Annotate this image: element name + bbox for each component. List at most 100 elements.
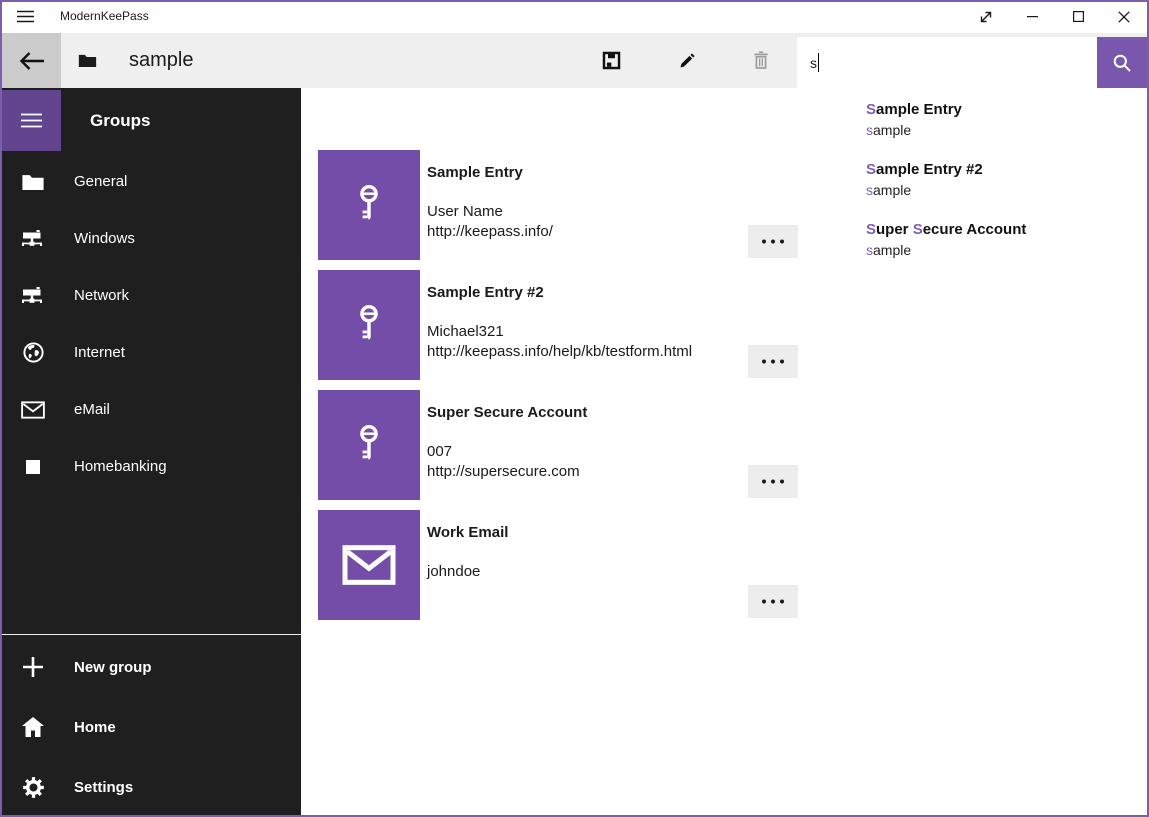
network-computer-icon	[20, 226, 46, 252]
database-folder-icon	[78, 33, 97, 88]
sidebar-item-label: Internet	[74, 344, 125, 361]
entry-url: http://keepass.info/help/kb/testform.htm…	[427, 342, 692, 362]
sidebar-item-homebanking[interactable]: Homebanking	[2, 438, 301, 495]
sidebar-item-label: Settings	[74, 779, 133, 796]
sidebar-hamburger-button[interactable]	[2, 90, 61, 151]
sidebar-item-label: Homebanking	[74, 458, 167, 475]
network-computer-icon	[20, 283, 46, 309]
window-controls	[963, 0, 1147, 33]
sidebar-item-internet[interactable]: Internet	[2, 324, 301, 381]
entry-tile[interactable]	[318, 390, 420, 500]
magnifier-icon	[1112, 53, 1132, 73]
entry-more-button[interactable]	[748, 345, 798, 378]
sidebar-item-label: Network	[74, 287, 129, 304]
sidebar-item-general[interactable]: General	[2, 153, 301, 210]
delete-button[interactable]	[737, 33, 785, 88]
entry-tile[interactable]	[318, 270, 420, 380]
fullscreen-button[interactable]	[963, 0, 1009, 33]
modernkeepass-window: ModernKeePass sample	[0, 0, 1149, 817]
entry-more-button[interactable]	[748, 585, 798, 618]
entry-username: johndoe	[427, 562, 480, 582]
entry-title: Super Secure Account	[427, 403, 587, 423]
entry-row[interactable]: Sample Entry #2 Michael321 http://keepas…	[318, 270, 798, 380]
entry-username: Michael321	[427, 322, 692, 342]
entry-list: Sample Entry User Name http://keepass.in…	[318, 150, 798, 630]
save-icon	[601, 50, 622, 71]
entry-more-button[interactable]	[748, 465, 798, 498]
sidebar-item-windows[interactable]: Windows	[2, 210, 301, 267]
suggestion-item[interactable]: Sample Entry #2 sample	[866, 159, 1147, 219]
sidebar-item-email[interactable]: eMail	[2, 381, 301, 438]
ellipsis-icon	[761, 239, 785, 244]
suggestion-title: Sample Entry #2	[866, 159, 1147, 180]
close-button[interactable]	[1101, 0, 1147, 33]
settings-button[interactable]: Settings	[2, 757, 301, 817]
entry-username: User Name	[427, 202, 553, 222]
search-suggestions: Sample Entry sample Sample Entry #2 samp…	[798, 88, 1147, 815]
save-button[interactable]	[587, 33, 635, 88]
suggestion-title: Sample Entry	[866, 99, 1147, 120]
entry-row[interactable]: Sample Entry User Name http://keepass.in…	[318, 150, 798, 260]
sidebar-item-label: Windows	[74, 230, 135, 247]
entry-more-button[interactable]	[748, 225, 798, 258]
fullscreen-icon	[979, 10, 993, 24]
envelope-icon	[342, 545, 396, 585]
search-input[interactable]: s	[797, 37, 1097, 88]
close-icon	[1118, 11, 1130, 23]
back-arrow-icon	[19, 50, 45, 72]
home-button[interactable]: Home	[2, 697, 301, 757]
groups-header: Groups	[90, 90, 150, 151]
ellipsis-icon	[761, 479, 785, 484]
group-list: General Windows Network Internet eMail H…	[2, 153, 301, 495]
pencil-icon	[677, 51, 697, 71]
folder-icon	[20, 169, 46, 195]
sidebar-divider	[2, 634, 301, 635]
key-icon	[354, 174, 384, 236]
entry-tile[interactable]	[318, 150, 420, 260]
minimize-icon	[1027, 16, 1038, 18]
suggestion-item[interactable]: Super Secure Account sample	[866, 219, 1147, 279]
minimize-button[interactable]	[1009, 0, 1055, 33]
sidebar-item-label: General	[74, 173, 127, 190]
entry-url: http://supersecure.com	[427, 462, 580, 482]
entry-title: Sample Entry	[427, 163, 523, 183]
suggestion-subtitle: sample	[866, 120, 1147, 140]
back-button[interactable]	[2, 33, 61, 88]
key-icon	[354, 294, 384, 356]
suggestion-item[interactable]: Sample Entry sample	[866, 99, 1147, 159]
suggestion-title: Super Secure Account	[866, 219, 1147, 240]
search-button[interactable]	[1097, 37, 1147, 88]
sidebar-item-network[interactable]: Network	[2, 267, 301, 324]
ellipsis-icon	[761, 359, 785, 364]
entry-row[interactable]: Work Email johndoe	[318, 510, 798, 620]
hamburger-icon	[21, 113, 42, 128]
titlebar: ModernKeePass	[0, 0, 1149, 33]
edit-button[interactable]	[663, 33, 711, 88]
entry-username: 007	[427, 442, 580, 462]
plus-icon	[20, 654, 46, 680]
search-input-value: s	[810, 55, 817, 71]
sidebar-item-label: Home	[74, 719, 116, 736]
square-icon	[20, 454, 46, 480]
envelope-icon	[20, 397, 46, 423]
hamburger-icon	[17, 10, 34, 23]
sidebar-footer: New group Home Settings	[2, 637, 301, 817]
maximize-icon	[1073, 11, 1084, 22]
entry-row[interactable]: Super Secure Account 007 http://supersec…	[318, 390, 798, 500]
text-caret	[818, 53, 819, 72]
sidebar-item-label: New group	[74, 659, 152, 676]
window-title: ModernKeePass	[60, 0, 149, 33]
home-icon	[20, 714, 46, 740]
sidebar-item-label: eMail	[74, 401, 110, 418]
entry-tile[interactable]	[318, 510, 420, 620]
new-group-button[interactable]: New group	[2, 637, 301, 697]
suggestion-subtitle: sample	[866, 180, 1147, 200]
entry-title: Work Email	[427, 523, 508, 543]
maximize-button[interactable]	[1055, 0, 1101, 33]
titlebar-hamburger-button[interactable]	[8, 0, 42, 33]
ellipsis-icon	[761, 599, 785, 604]
trash-icon	[751, 50, 771, 71]
sidebar: Groups General Windows Network Internet …	[2, 88, 301, 815]
entry-title: Sample Entry #2	[427, 283, 544, 303]
gear-icon	[20, 774, 46, 800]
